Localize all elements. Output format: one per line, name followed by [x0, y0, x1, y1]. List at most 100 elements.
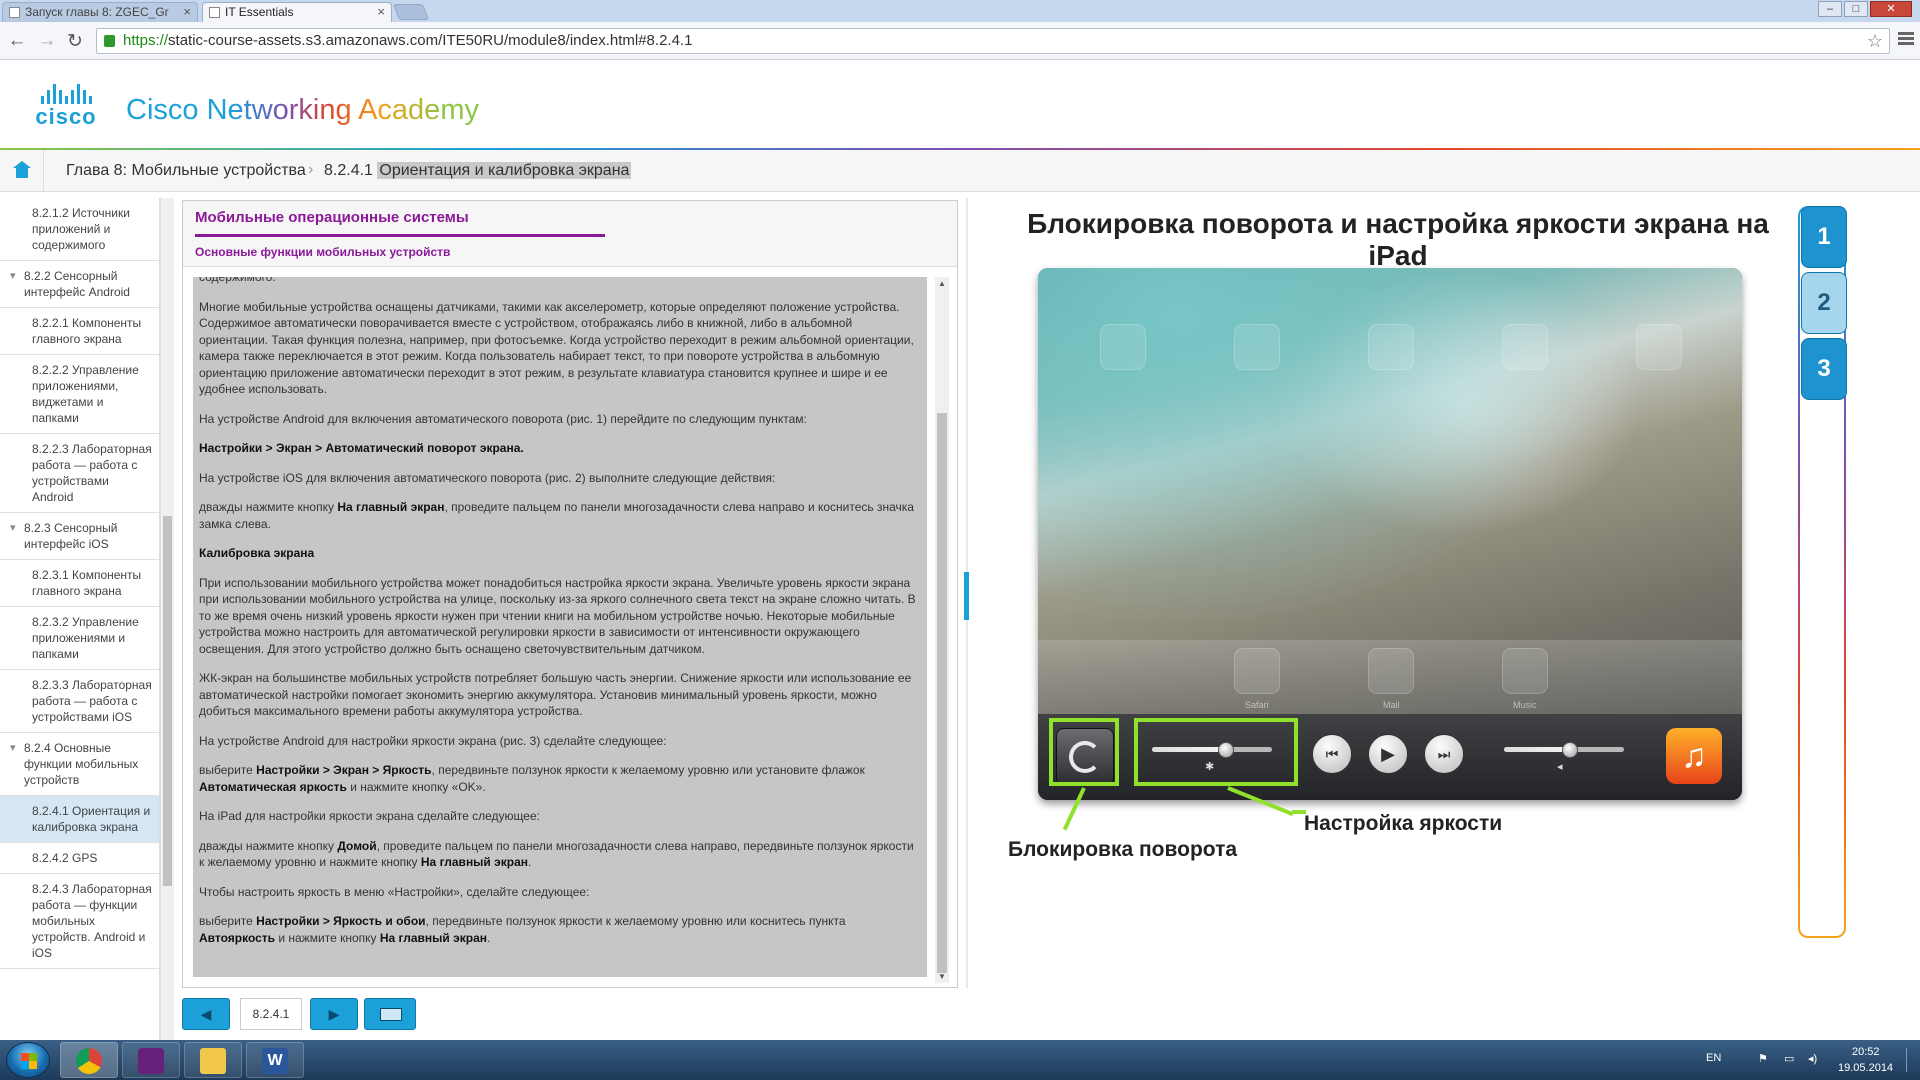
maximize-button[interactable]: □ [1844, 1, 1868, 17]
logo-word: cisco [35, 104, 97, 129]
home-icon [12, 161, 31, 178]
scroll-thumb[interactable] [163, 516, 172, 886]
start-button[interactable] [6, 1042, 50, 1078]
text-paragraph: дважды нажмите кнопку Домой, проведите п… [199, 838, 914, 870]
close-tab-icon[interactable]: × [377, 3, 385, 21]
slider-fill [1504, 747, 1570, 752]
browser-tab-inactive[interactable]: Запуск главы 8: ZGEC_Gr × [2, 2, 198, 22]
panel-title: Мобильные операционные системы [195, 209, 469, 226]
toc-item-selected[interactable]: 8.2.4.1 Ориентация и калибровка экрана [0, 796, 159, 843]
toc-item[interactable]: 8.2.3.2 Управление приложениями и папкам… [0, 607, 159, 670]
flag-icon[interactable]: ⚑ [1758, 1052, 1768, 1065]
itunes-icon: ♫ [1666, 728, 1722, 784]
volume-icon[interactable]: ◂) [1808, 1052, 1817, 1065]
text-paragraph: На устройстве iOS для включения автомати… [199, 470, 776, 485]
browser-toolbar: ← → ↻ https://static-course-assets.s3.am… [0, 22, 1920, 60]
close-window-button[interactable]: ✕ [1870, 1, 1912, 17]
clock-time[interactable]: 20:52 [1852, 1046, 1880, 1058]
toc-item[interactable]: 8.2.4.3 Лабораторная работа — функции мо… [0, 874, 159, 969]
toc-item[interactable]: 8.2.3.3 Лабораторная работа — работа с у… [0, 670, 159, 733]
figure-tab-2[interactable]: 2 [1801, 272, 1847, 334]
toc-item[interactable]: 8.2.4.2 GPS [0, 843, 159, 874]
language-indicator[interactable]: EN [1706, 1052, 1721, 1064]
chrome-icon [76, 1048, 102, 1074]
rotation-lock-highlight [1049, 718, 1119, 786]
title-underline [195, 234, 605, 237]
taskbar-word[interactable]: W [246, 1042, 304, 1078]
close-tab-icon[interactable]: × [183, 3, 191, 21]
tab-title: IT Essentials [225, 5, 294, 19]
dock-label: Music [1513, 700, 1537, 710]
window-controls: – □ ✕ [1818, 1, 1912, 17]
app-icon [1502, 324, 1548, 370]
back-arrow-icon[interactable]: ← [6, 30, 28, 52]
windows-taskbar: W EN ⚑ ▭ ◂) 20:52 19.05.2014 [0, 1040, 1920, 1080]
browser-tab-active[interactable]: IT Essentials × [202, 2, 392, 22]
ipad-wallpaper: Safari Mail Music [1038, 268, 1742, 714]
toc-section[interactable]: 8.2.3 Сенсорный интерфейс iOS [0, 513, 159, 560]
network-icon[interactable]: ▭ [1784, 1052, 1794, 1065]
fullscreen-button[interactable] [364, 998, 416, 1030]
forward-arrow-icon[interactable]: → [36, 30, 58, 52]
content-panel: Мобильные операционные системы Основные … [182, 200, 958, 988]
arrow-right-icon: ▶ [328, 1006, 340, 1022]
arrow-left-icon: ◀ [200, 1006, 212, 1022]
clock-date[interactable]: 19.05.2014 [1838, 1062, 1893, 1074]
taskbar-explorer[interactable] [184, 1042, 242, 1078]
toc-item[interactable]: 8.2.3.1 Компоненты главного экрана [0, 560, 159, 607]
mail-icon [1368, 648, 1414, 694]
scroll-down-arrow-icon[interactable]: ▼ [935, 972, 949, 981]
text-scrollbar[interactable]: ▲ ▼ [935, 277, 949, 983]
breadcrumb-current-title: Ориентация и калибровка экрана [377, 162, 632, 179]
text-paragraph: дважды нажмите кнопку На главный экран, … [199, 500, 914, 531]
folder-icon [200, 1048, 226, 1074]
show-desktop-button[interactable] [1906, 1048, 1912, 1072]
scroll-up-arrow-icon[interactable]: ▲ [935, 279, 949, 288]
toc-item[interactable]: 8.2.2.2 Управление приложениями, виджета… [0, 355, 159, 434]
section-heading: Калибровка экрана [199, 546, 315, 560]
bookmark-star-icon[interactable]: ☆ [1867, 29, 1883, 53]
toc-scrollbar[interactable] [160, 198, 174, 1040]
lock-icon [104, 35, 115, 47]
page-icon [9, 7, 20, 18]
lesson-text: содержимого. Многие мобильные устройства… [193, 277, 927, 977]
table-of-contents: 8.2.1.2 Источники приложений и содержимо… [0, 198, 160, 1040]
taskbar-chrome[interactable] [60, 1042, 118, 1078]
panel-header: Мобильные операционные системы Основные … [183, 201, 957, 267]
browser-titlebar: Запуск главы 8: ZGEC_Gr × IT Essentials … [0, 0, 1920, 22]
app-icon [1636, 324, 1682, 370]
figure-tab-3[interactable]: 3 [1801, 338, 1847, 400]
play-icon: ▶ [1368, 734, 1408, 774]
figure-tab-1[interactable]: 1 [1801, 206, 1847, 268]
tab-title: Запуск главы 8: ZGEC_Gr [25, 5, 169, 19]
word-icon: W [262, 1048, 288, 1074]
scroll-thumb[interactable] [937, 413, 947, 973]
speaker-icon: ◂ [1557, 761, 1563, 773]
text-paragraph: На устройстве Android для настройки ярко… [199, 733, 667, 748]
text-paragraph: содержимого. [199, 277, 276, 284]
address-bar[interactable]: https://static-course-assets.s3.amazonaw… [96, 28, 1890, 54]
text-paragraph: выберите Настройки > Яркость и обои, пер… [199, 914, 846, 945]
prev-page-button[interactable]: ◀ [182, 998, 230, 1030]
toc-section[interactable]: 8.2.4 Основные функции мобильных устройс… [0, 733, 159, 796]
text-paragraph: Многие мобильные устройства оснащены дат… [199, 299, 914, 397]
minimize-button[interactable]: – [1818, 1, 1842, 17]
reload-icon[interactable]: ↻ [64, 30, 86, 53]
taskbar-visual-studio[interactable] [122, 1042, 180, 1078]
music-note-icon [1502, 648, 1548, 694]
menu-icon[interactable] [1898, 32, 1914, 48]
toc-item[interactable]: 8.2.2.3 Лабораторная работа — работа с у… [0, 434, 159, 513]
text-paragraph: выберите Настройки > Экран > Яркость, пе… [199, 763, 865, 794]
toc-item[interactable]: 8.2.2.1 Компоненты главного экрана [0, 308, 159, 355]
next-page-button[interactable]: ▶ [310, 998, 358, 1030]
splitter-handle[interactable] [964, 572, 969, 620]
cisco-logo[interactable]: cisco [24, 82, 108, 132]
home-button[interactable] [0, 150, 44, 192]
panel-subtitle: Основные функции мобильных устройств [195, 245, 451, 259]
next-track-icon: ⏭ [1424, 734, 1464, 774]
new-tab-button[interactable] [393, 4, 429, 20]
text-paragraph: На устройстве Android для включения авто… [199, 411, 807, 426]
breadcrumb-chapter[interactable]: Глава 8: Мобильные устройства [66, 162, 306, 180]
toc-item[interactable]: 8.2.1.2 Источники приложений и содержимо… [0, 198, 159, 261]
toc-section[interactable]: 8.2.2 Сенсорный интерфейс Android [0, 261, 159, 308]
